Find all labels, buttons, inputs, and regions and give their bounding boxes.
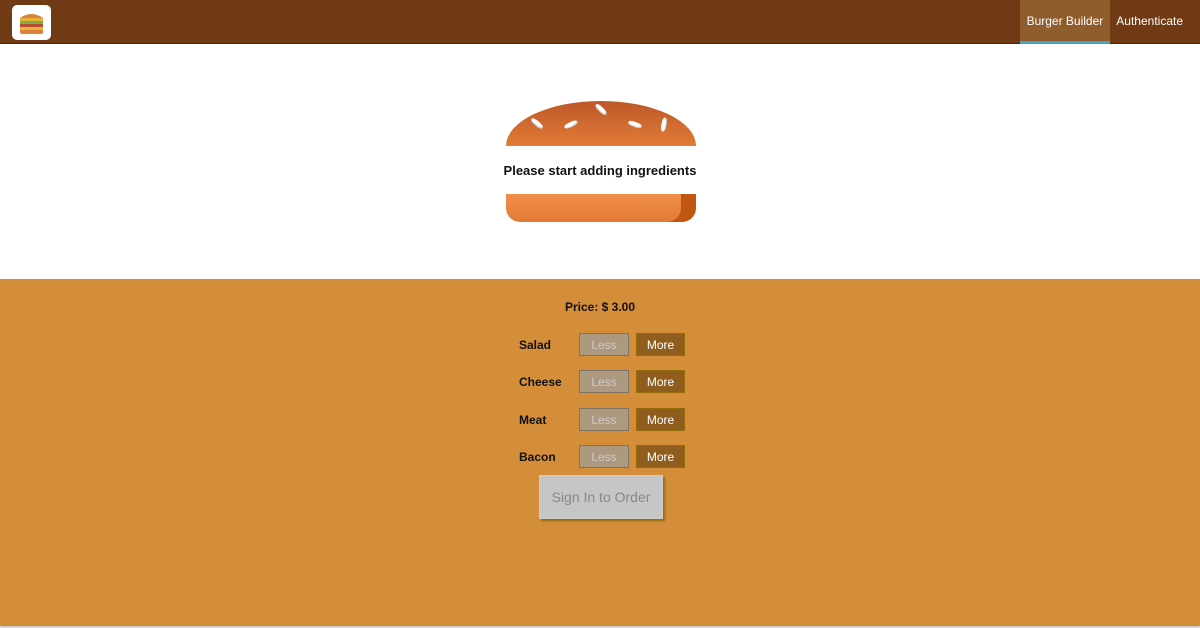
burger-preview: Please start adding ingredients (0, 44, 1200, 279)
meat-more-button[interactable]: More (636, 408, 685, 431)
bacon-less-button[interactable]: Less (579, 445, 629, 468)
bread-top (506, 101, 696, 146)
ingredient-row-meat: Meat Less More (519, 408, 689, 432)
meat-less-button[interactable]: Less (579, 408, 629, 431)
sign-in-to-order-button[interactable]: Sign In to Order (539, 475, 663, 519)
burger-logo[interactable] (12, 5, 51, 40)
toolbar: Burger Builder Authenticate (0, 0, 1200, 44)
ingredient-row-cheese: Cheese Less More (519, 370, 689, 394)
nav-burger-builder[interactable]: Burger Builder (1019, 0, 1111, 44)
bread-bottom (506, 194, 696, 222)
cheese-less-button[interactable]: Less (579, 370, 629, 393)
cheese-more-button[interactable]: More (636, 370, 685, 393)
empty-burger-message: Please start adding ingredients (503, 163, 697, 178)
bacon-more-button[interactable]: More (636, 445, 685, 468)
sesame-seed (627, 119, 643, 130)
salad-more-button[interactable]: More (636, 333, 685, 356)
ingredient-row-bacon: Bacon Less More (519, 445, 689, 469)
salad-less-button[interactable]: Less (579, 333, 629, 356)
nav-authenticate[interactable]: Authenticate (1110, 0, 1200, 44)
ingredient-label: Cheese (519, 375, 562, 389)
sesame-seed (563, 119, 579, 130)
ingredient-label: Bacon (519, 450, 556, 464)
ingredient-label: Salad (519, 338, 552, 352)
build-controls: Price: $ 3.00 Salad Less More Cheese Les… (0, 279, 1200, 626)
sesame-seed (530, 117, 544, 130)
ingredient-row-salad: Salad Less More (519, 333, 689, 357)
burger-icon (20, 14, 43, 34)
main-nav: Burger Builder Authenticate (1019, 0, 1200, 44)
sesame-seed (660, 117, 668, 132)
price-label: Price: $ 3.00 (564, 300, 636, 314)
sesame-seed (594, 102, 608, 117)
ingredient-label: Meat (519, 413, 547, 427)
